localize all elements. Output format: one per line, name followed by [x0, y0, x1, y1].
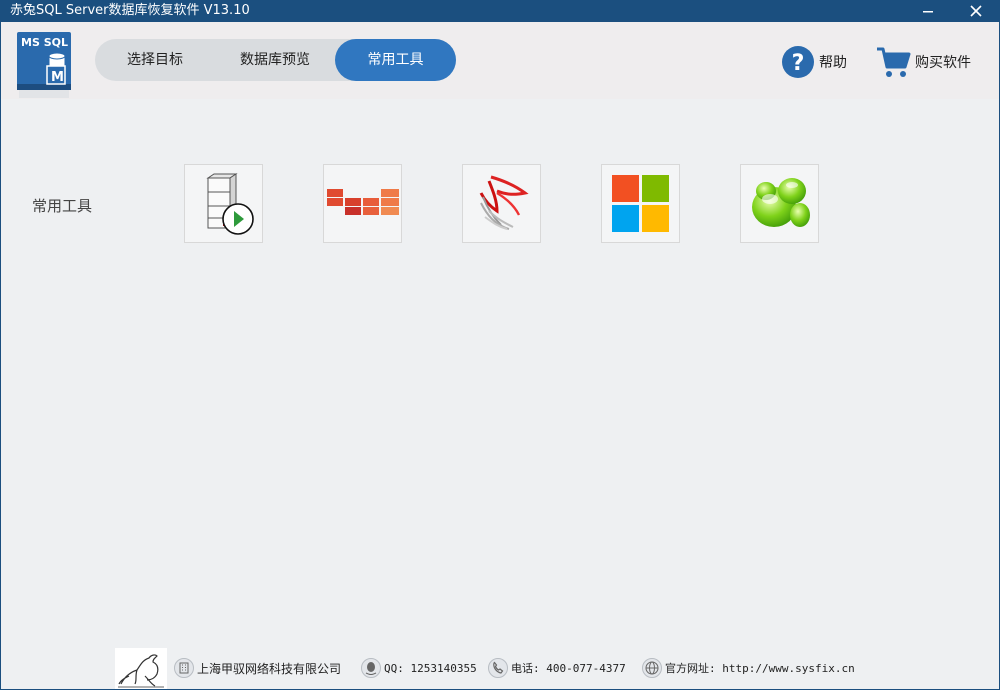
qq-number: QQ: 1253140355: [384, 661, 477, 675]
company-name: 上海甲驭网络科技有限公司: [197, 661, 342, 676]
qq-icon: [361, 658, 381, 678]
globe-icon: [642, 658, 662, 678]
buy-button[interactable]: 购买软件: [875, 42, 971, 82]
close-button[interactable]: [954, 0, 998, 22]
window-title: 赤兔SQL Server数据库恢复软件 V13.10: [10, 3, 250, 18]
footer-website: 官方网址: http://www.sysfix.cn: [642, 656, 855, 680]
footer-qq: QQ: 1253140355: [361, 656, 477, 680]
title-bar: 赤兔SQL Server数据库恢复软件 V13.10: [0, 0, 1000, 22]
tool-sql-server-management[interactable]: [462, 164, 541, 243]
header: MS SQL M 选择目标 数据库预览 常用工具 ? 帮助 购买软件: [1, 22, 999, 99]
footer: 上海甲驭网络科技有限公司 QQ: 1253140355 电话: 400-077-…: [1, 646, 999, 689]
phone-number: 电话: 400-077-4377: [511, 662, 626, 675]
question-icon: ?: [782, 46, 814, 78]
tool-red-bricks[interactable]: [323, 164, 402, 243]
buy-label: 购买软件: [915, 55, 971, 71]
main-window: MS SQL M 选择目标 数据库预览 常用工具 ? 帮助 购买软件 常用工具 …: [1, 22, 999, 689]
section-label-common-tools: 常用工具: [32, 197, 93, 215]
red-bricks-icon: [326, 188, 399, 215]
sql-server-icon: [479, 175, 529, 230]
tab-bar: 选择目标 数据库预览 常用工具: [95, 39, 456, 81]
green-app-icon: [751, 177, 810, 227]
footer-phone: 电话: 400-077-4377: [488, 656, 626, 680]
horse-logo: [115, 648, 167, 689]
help-label: 帮助: [819, 55, 847, 71]
tool-server-launcher[interactable]: [184, 164, 263, 243]
ms-sql-logo: MS SQL M: [15, 32, 75, 98]
logo-badge: M: [51, 70, 64, 85]
logo-text: MS SQL: [21, 36, 68, 49]
tool-green-app[interactable]: [740, 164, 819, 243]
tab-database-preview[interactable]: 数据库预览: [215, 39, 335, 81]
website-url[interactable]: 官方网址: http://www.sysfix.cn: [665, 660, 855, 676]
help-button[interactable]: ? 帮助: [781, 42, 847, 82]
svg-text:?: ?: [792, 51, 805, 76]
windows-logo-icon: [611, 174, 669, 232]
minimize-button[interactable]: [906, 0, 950, 22]
tab-common-tools[interactable]: 常用工具: [335, 39, 456, 81]
phone-icon: [488, 658, 508, 678]
shopping-cart-icon: [877, 47, 911, 77]
tool-windows[interactable]: [601, 164, 680, 243]
footer-company: 上海甲驭网络科技有限公司: [174, 656, 341, 680]
minimize-icon: [923, 11, 933, 13]
tab-select-target[interactable]: 选择目标: [95, 39, 215, 81]
close-icon: [970, 5, 982, 17]
server-play-icon: [205, 172, 254, 235]
building-icon: [174, 658, 194, 678]
